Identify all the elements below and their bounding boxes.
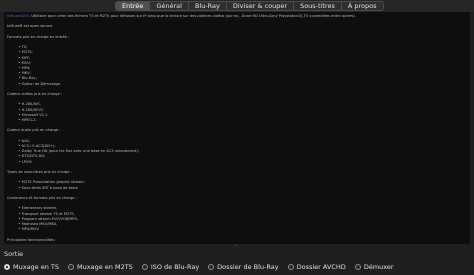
doc-line: Principales fonctionnalités : [7,237,57,242]
radio-muxage-ts[interactable]: Muxage en TS [4,263,59,271]
radio-label: Muxage en TS [13,263,60,271]
intro-text: : Utilitaire pour créer des fichiers TS … [27,14,356,18]
radio-indicator[interactable] [4,264,10,270]
tab-entree[interactable]: Entrée [116,2,151,10]
radio-demuxer[interactable]: Démuxer [354,263,394,271]
splitter-handle-icon[interactable]: • [235,244,239,248]
tab-sous-titres[interactable]: Sous-titres [294,2,342,10]
radio-label: Muxage en M2TS [77,263,133,271]
radio-label: Démuxer [363,263,394,271]
radio-label: Dossier de Blu-Ray [217,263,279,271]
about-text-panel[interactable]: tsMuxerGUI : Utilitaire pour créer des f… [4,12,470,244]
doc-lines: tsMuxeR est open source. Formats pris en … [7,19,467,243]
radio-iso-blu-ray[interactable]: ISO de Blu-Ray [141,263,200,271]
radio-indicator[interactable] [68,264,75,270]
radio-indicator[interactable] [208,264,215,270]
radio-label: ISO de Blu-Ray [150,263,200,271]
tab-bar: Entrée Général Blu-Ray Diviser & couper … [0,0,474,12]
tab-blu-ray[interactable]: Blu-Ray [189,2,227,10]
app-name-link[interactable]: tsMuxerGUI [7,14,28,18]
tab-list: Entrée Général Blu-Ray Diviser & couper … [115,1,384,11]
tab-diviser-couper[interactable]: Diviser & couper [227,2,295,10]
radio-dossier-avchd[interactable]: Dossier AVCHD [287,263,346,271]
radio-dossier-blu-ray[interactable]: Dossier de Blu-Ray [208,263,279,271]
radio-indicator[interactable] [354,264,361,270]
radio-indicator[interactable] [141,264,148,270]
tab-general[interactable]: Général [150,2,189,10]
tab-a-propos[interactable]: À propos [342,2,383,10]
radio-muxage-m2ts[interactable]: Muxage en M2TS [68,263,133,271]
about-text: tsMuxerGUI : Utilitaire pour créer des f… [7,14,467,243]
output-options: Muxage en TS Muxage en M2TS ISO de Blu-R… [4,262,470,272]
radio-label: Dossier AVCHD [296,263,346,271]
output-section-label: Sortie [4,250,24,258]
splitter[interactable]: • [0,244,474,248]
radio-indicator[interactable] [287,264,294,270]
